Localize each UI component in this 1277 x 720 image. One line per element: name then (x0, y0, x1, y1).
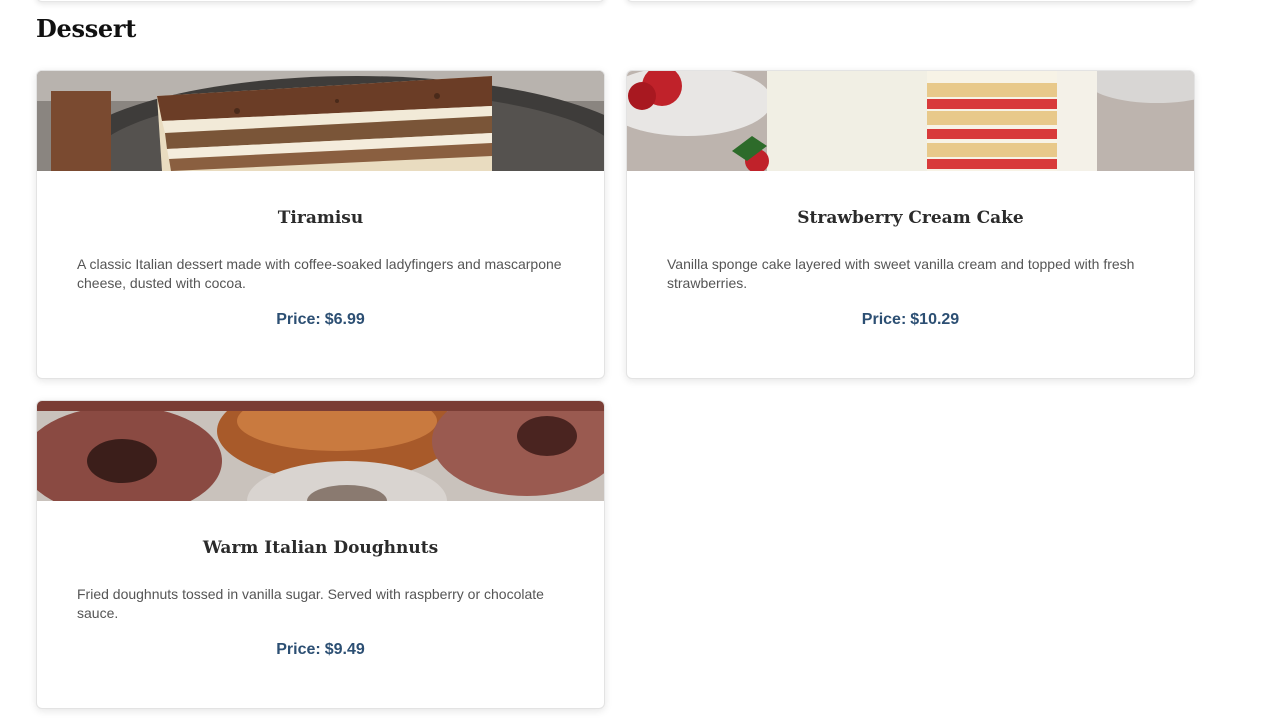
menu-item-title: Warm Italian Doughnuts (202, 538, 439, 558)
strawberry-cake-photo (627, 71, 1194, 171)
price-value: $10.29 (910, 311, 960, 328)
section-title: Dessert (36, 14, 137, 43)
menu-item-description: Vanilla sponge cake layered with sweet v… (667, 256, 1135, 291)
menu-item-card-strawberry-cream-cake: Strawberry Cream Cake Vanilla sponge cak… (626, 70, 1195, 379)
price-value: $9.49 (324, 641, 365, 658)
previous-menu-card (36, 0, 605, 2)
doughnuts-photo (37, 401, 604, 501)
menu-item-price: Price: $10.29 (627, 311, 1194, 329)
menu-item-title: Tiramisu (277, 208, 364, 228)
menu-item-price: Price: $6.99 (37, 311, 604, 329)
menu-item-card-tiramisu: Tiramisu A classic Italian dessert made … (36, 70, 605, 379)
menu-item-price: Price: $9.49 (37, 641, 604, 659)
menu-item-description: A classic Italian dessert made with coff… (77, 256, 562, 291)
menu-item-title: Strawberry Cream Cake (797, 208, 1024, 228)
price-value: $6.99 (324, 311, 365, 328)
menu-page: Dessert Tiramisu A classic Italian desse… (0, 0, 1277, 720)
menu-item-description: Fried doughnuts tossed in vanilla sugar.… (77, 586, 544, 621)
price-label: Price: (276, 641, 321, 658)
previous-menu-card (626, 0, 1195, 2)
tiramisu-photo (37, 71, 604, 171)
price-label: Price: (861, 311, 907, 328)
price-label: Price: (276, 311, 321, 328)
menu-item-card-warm-italian-doughnuts: Warm Italian Doughnuts Fried doughnuts t… (36, 400, 605, 709)
